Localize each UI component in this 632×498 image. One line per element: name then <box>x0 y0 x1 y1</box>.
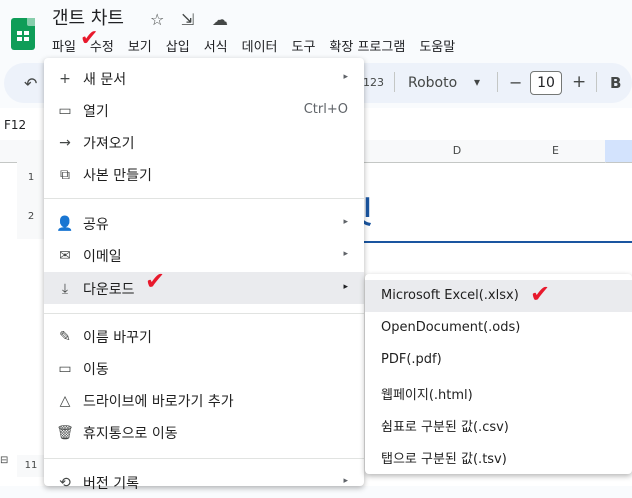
number-format-button[interactable]: 123 <box>363 76 384 89</box>
menu-divider <box>44 458 364 459</box>
menu-insert[interactable]: 삽입 <box>166 36 190 56</box>
trash-icon: 🗑 <box>56 425 74 441</box>
download-option-tsv[interactable]: 탭으로 구분된 값(.tsv) <box>365 440 632 472</box>
download-option-csv[interactable]: 쉼표로 구분된 값(.csv) <box>365 408 632 440</box>
download-option-label: PDF(.pdf) <box>381 352 442 367</box>
font-family-select[interactable]: Roboto <box>408 75 457 91</box>
menu-item-make-copy[interactable]: ⧉ 사본 만들기 <box>44 158 364 190</box>
move-folder-icon[interactable]: ⇲ <box>181 10 194 29</box>
menu-item-email[interactable]: ✉ 이메일 ▸ <box>44 239 364 271</box>
chevron-down-icon[interactable]: ▾ <box>474 75 480 89</box>
edit-icon: ✎ <box>59 329 71 345</box>
menu-item-label: 새 문서 <box>83 72 127 88</box>
menu-item-open[interactable]: ▭ 열기 Ctrl+O <box>44 94 364 126</box>
menu-item-label: 휴지통으로 이동 <box>83 426 178 442</box>
annotation-checkmark: ✔ <box>80 26 99 51</box>
download-icon: ⤓ <box>61 281 69 297</box>
bold-button[interactable]: B <box>610 74 621 92</box>
menu-item-label: 이름 바꾸기 <box>83 330 152 346</box>
add-icon: + <box>59 71 71 87</box>
history-icon: ⟲ <box>59 475 71 491</box>
toolbar-divider <box>394 72 395 92</box>
download-option-label: 쉼표로 구분된 값(.csv) <box>381 420 509 435</box>
person-add-icon: 👤 <box>56 216 74 232</box>
menubar: 파일 수정 보기 삽입 서식 데이터 도구 확장 프로그램 도움말 <box>52 36 469 56</box>
menu-format[interactable]: 서식 <box>204 36 228 56</box>
cloud-status-icon[interactable]: ☁ <box>212 10 228 29</box>
menu-data[interactable]: 데이터 <box>242 36 278 56</box>
move-folder-icon: ▭ <box>58 361 72 377</box>
menu-item-label: 사본 만들기 <box>83 168 152 184</box>
column-header-e[interactable]: E <box>506 140 606 163</box>
shortcut-label: Ctrl+O <box>303 102 348 117</box>
submenu-arrow-icon: ▸ <box>343 282 348 292</box>
menu-item-new[interactable]: + 새 문서 ▸ <box>44 62 364 94</box>
toolbar-divider <box>596 72 597 92</box>
row-header[interactable]: 1 <box>17 162 46 194</box>
download-option-xlsx[interactable]: Microsoft Excel(.xlsx) <box>365 280 632 312</box>
menu-item-move[interactable]: ▭ 이동 <box>44 352 364 384</box>
download-option-pdf[interactable]: PDF(.pdf) <box>365 344 632 376</box>
menu-item-add-shortcut[interactable]: △ 드라이브에 바로가기 추가 <box>44 384 364 416</box>
menu-tools[interactable]: 도구 <box>292 36 316 56</box>
increase-font-size-button[interactable]: + <box>572 72 586 92</box>
annotation-checkmark: ✔ <box>145 267 166 295</box>
menu-help[interactable]: 도움말 <box>419 36 455 56</box>
freeze-handle-icon[interactable]: ⊟ <box>0 455 8 466</box>
download-option-label: OpenDocument(.ods) <box>381 320 521 335</box>
submenu-arrow-icon: ▸ <box>343 217 348 227</box>
menu-item-rename[interactable]: ✎ 이름 바꾸기 <box>44 320 364 352</box>
mail-icon: ✉ <box>59 248 71 264</box>
star-icon[interactable]: ☆ <box>150 10 164 29</box>
menu-item-version-history[interactable]: ⟲ 버전 기록 ▸ <box>44 466 364 498</box>
column-header-d[interactable]: D <box>408 140 507 163</box>
menu-extensions[interactable]: 확장 프로그램 <box>329 36 405 56</box>
download-option-html[interactable]: 웹페이지(.html) <box>365 376 632 408</box>
download-submenu: Microsoft Excel(.xlsx) OpenDocument(.ods… <box>365 274 632 474</box>
file-menu: + 새 문서 ▸ ▭ 열기 Ctrl+O → 가져오기 ⧉ 사본 만들기 👤 공… <box>44 58 364 492</box>
menu-item-label: 열기 <box>83 104 109 120</box>
folder-icon: ▭ <box>58 103 72 119</box>
menu-item-import[interactable]: → 가져오기 <box>44 126 364 158</box>
font-size-input[interactable]: 10 <box>530 71 562 95</box>
undo-icon[interactable]: ↶ <box>24 74 37 93</box>
import-icon: → <box>59 135 71 151</box>
download-option-label: Microsoft Excel(.xlsx) <box>381 288 519 303</box>
sheets-logo-grid-icon <box>17 31 29 41</box>
toolbar-divider <box>497 72 498 92</box>
title-underline <box>345 241 632 243</box>
menu-file[interactable]: 파일 <box>52 36 76 56</box>
decrease-font-size-button[interactable]: − <box>509 73 522 92</box>
menu-item-share[interactable]: 👤 공유 ▸ <box>44 207 364 239</box>
menu-item-trash[interactable]: 🗑 휴지통으로 이동 <box>44 416 364 448</box>
column-header-f-selected[interactable] <box>605 140 632 162</box>
download-option-label: 탭으로 구분된 값(.tsv) <box>381 452 507 467</box>
download-option-label: 웹페이지(.html) <box>381 388 473 403</box>
download-option-ods[interactable]: OpenDocument(.ods) <box>365 312 632 344</box>
menu-item-label: 드라이브에 바로가기 추가 <box>83 394 234 410</box>
menu-item-label: 공유 <box>83 217 109 233</box>
submenu-arrow-icon: ▸ <box>343 72 348 82</box>
drive-shortcut-icon: △ <box>59 393 71 409</box>
annotation-checkmark: ✔ <box>530 280 551 308</box>
menu-item-label: 버전 기록 <box>83 476 139 492</box>
submenu-arrow-icon: ▸ <box>343 476 348 486</box>
row-header[interactable]: 2 <box>17 194 46 239</box>
menu-item-label: 이메일 <box>83 249 122 265</box>
cell-reference-box[interactable]: F12 <box>4 118 26 132</box>
copy-icon: ⧉ <box>60 167 70 183</box>
menu-item-download[interactable]: ⤓ 다운로드 ▸ <box>44 272 364 304</box>
menu-divider <box>44 313 364 314</box>
submenu-arrow-icon: ▸ <box>343 249 348 259</box>
sheets-logo[interactable] <box>11 18 35 50</box>
menu-item-label: 다운로드 <box>83 282 135 298</box>
menu-view[interactable]: 보기 <box>128 36 152 56</box>
menu-item-label: 이동 <box>83 362 109 378</box>
menu-item-label: 가져오기 <box>83 136 135 152</box>
row-header[interactable]: 11 <box>17 455 46 477</box>
menu-divider <box>44 198 364 199</box>
